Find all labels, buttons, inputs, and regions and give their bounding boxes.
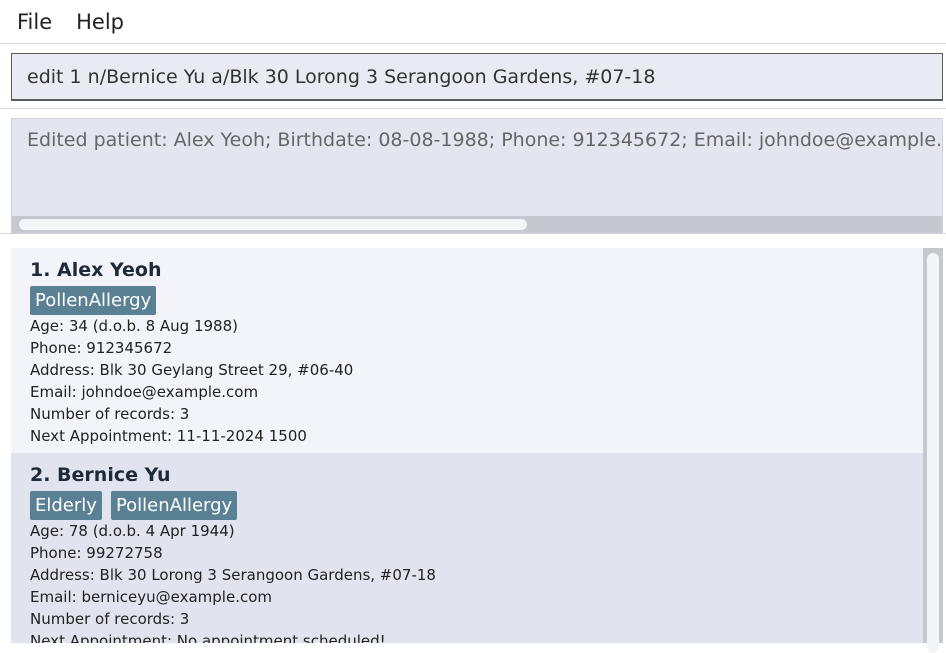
patient-records: Number of records: 3 xyxy=(30,610,190,628)
patient-email: Email: berniceyu@example.com xyxy=(30,588,272,606)
patient-card[interactable]: 1. Alex Yeoh PollenAllergy Age: 34 (d.o.… xyxy=(11,248,923,453)
command-input[interactable]: edit 1 n/Bernice Yu a/Blk 30 Lorong 3 Se… xyxy=(11,53,943,101)
patient-address: Address: Blk 30 Geylang Street 29, #06-4… xyxy=(30,361,354,379)
patient-address: Address: Blk 30 Lorong 3 Serangoon Garde… xyxy=(30,566,436,584)
menu-file[interactable]: File xyxy=(17,10,52,34)
result-pane: Edited patient: Alex Yeoh; Birthdate: 08… xyxy=(0,110,946,234)
tag-badge: PollenAllergy xyxy=(30,286,157,315)
patient-age: Age: 34 (d.o.b. 8 Aug 1988) xyxy=(30,317,238,335)
patient-tags: PollenAllergy xyxy=(30,286,165,315)
list-scrollbar-thumb[interactable] xyxy=(927,253,939,653)
patient-appointment: Next Appointment: No appointment schedul… xyxy=(30,632,386,643)
menu-help[interactable]: Help xyxy=(76,10,124,34)
result-horizontal-scrollbar[interactable] xyxy=(12,216,942,233)
tag-badge: PollenAllergy xyxy=(110,491,238,520)
patient-phone: Phone: 99272758 xyxy=(30,544,163,562)
command-pane: edit 1 n/Bernice Yu a/Blk 30 Lorong 3 Se… xyxy=(0,45,946,109)
menu-bar: File Help xyxy=(0,0,946,44)
list-vertical-scrollbar[interactable] xyxy=(923,248,943,653)
patient-name: 2. Bernice Yu xyxy=(30,464,171,486)
patient-tags: Elderly PollenAllergy xyxy=(30,491,246,520)
patient-email: Email: johndoe@example.com xyxy=(30,383,259,401)
patient-name: 1. Alex Yeoh xyxy=(30,259,162,281)
result-text: Edited patient: Alex Yeoh; Birthdate: 08… xyxy=(27,129,943,151)
result-display: Edited patient: Alex Yeoh; Birthdate: 08… xyxy=(11,118,943,234)
patient-phone: Phone: 912345672 xyxy=(30,339,173,357)
patient-age: Age: 78 (d.o.b. 4 Apr 1944) xyxy=(30,522,235,540)
tag-badge: Elderly xyxy=(30,491,102,520)
patient-card[interactable]: 2. Bernice Yu Elderly PollenAllergy Age:… xyxy=(11,453,923,643)
patient-records: Number of records: 3 xyxy=(30,405,190,423)
patient-appointment: Next Appointment: 11-11-2024 1500 xyxy=(30,427,307,445)
result-scrollbar-thumb[interactable] xyxy=(19,219,527,230)
patient-list[interactable]: 1. Alex Yeoh PollenAllergy Age: 34 (d.o.… xyxy=(11,248,943,643)
